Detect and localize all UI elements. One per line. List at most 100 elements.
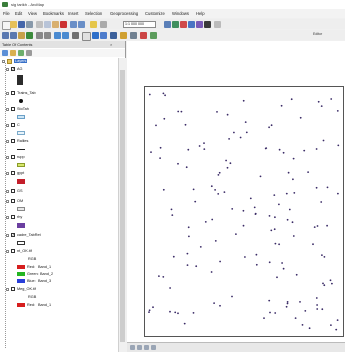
arctoolbox-icon[interactable] <box>196 20 203 28</box>
point-feature <box>223 191 226 194</box>
pan-icon[interactable] <box>18 31 25 39</box>
collapse-icon[interactable]: − <box>6 200 9 204</box>
collapse-icon[interactable]: − <box>6 92 9 96</box>
list-by-selection-icon[interactable] <box>26 50 32 56</box>
point-feature <box>203 148 206 150</box>
point-feature <box>295 273 298 276</box>
collapse-icon[interactable]: − <box>6 190 9 194</box>
point-feature <box>245 131 248 134</box>
redo-icon[interactable] <box>78 20 85 28</box>
search-window-icon[interactable] <box>188 20 195 28</box>
zoom-in-icon[interactable] <box>2 31 9 39</box>
print-icon[interactable] <box>26 20 33 28</box>
collapse-icon[interactable]: − <box>6 250 9 254</box>
pause-drawing-icon[interactable] <box>151 345 156 350</box>
editor-toolbar-icon[interactable] <box>164 20 171 28</box>
copy-icon[interactable] <box>44 20 51 28</box>
visibility-checkbox[interactable]: ✓ <box>11 67 15 71</box>
list-by-source-icon[interactable] <box>10 50 16 56</box>
collapse-icon[interactable]: − <box>6 140 9 144</box>
menu-windows[interactable]: Windows <box>172 11 189 16</box>
menu-edit[interactable]: Edit <box>15 11 22 16</box>
select-features-icon[interactable] <box>72 31 79 39</box>
visibility-checkbox[interactable] <box>11 171 15 175</box>
scrollbar-thumb[interactable] <box>120 70 125 342</box>
point-feature <box>330 98 333 100</box>
point-feature <box>299 116 302 119</box>
map-view[interactable] <box>127 41 345 342</box>
add-data-icon[interactable] <box>90 20 97 28</box>
map-scale-input[interactable]: 1:1 000 000 <box>123 20 156 28</box>
save-icon[interactable] <box>18 20 25 28</box>
fixed-zoom-out-icon[interactable] <box>44 31 51 39</box>
layout-view-icon[interactable] <box>137 345 142 350</box>
html-popup-icon[interactable] <box>130 31 137 39</box>
point-feature <box>273 194 276 197</box>
list-by-drawing-order-icon[interactable] <box>2 50 8 56</box>
collapse-icon[interactable]: − <box>6 108 9 112</box>
collapse-icon[interactable]: − <box>6 68 9 72</box>
collapse-icon[interactable]: − <box>6 216 9 220</box>
menu-bookmarks[interactable]: Bookmarks <box>43 11 64 16</box>
refresh-icon[interactable] <box>144 345 149 350</box>
collapse-icon[interactable]: − <box>6 156 9 160</box>
collapse-icon[interactable]: − <box>6 172 9 176</box>
cut-icon[interactable] <box>36 20 43 28</box>
identify-icon[interactable] <box>92 31 99 39</box>
hyperlink-icon[interactable] <box>120 31 127 39</box>
select-elements-icon[interactable] <box>82 31 91 41</box>
point-feature <box>274 216 276 219</box>
find-icon[interactable] <box>100 31 107 39</box>
tree-connector <box>5 63 6 348</box>
list-by-visibility-icon[interactable] <box>18 50 24 56</box>
back-extent-icon[interactable] <box>54 31 61 39</box>
visibility-checkbox[interactable] <box>11 249 15 253</box>
collapse-icon[interactable]: − <box>6 124 9 128</box>
collapse-icon[interactable]: − <box>6 288 9 292</box>
python-window-icon[interactable] <box>204 20 211 28</box>
menu-geoprocessing[interactable]: Geoprocessing <box>110 11 138 16</box>
close-icon[interactable]: × <box>110 42 112 47</box>
collapse-icon[interactable]: − <box>2 60 5 64</box>
paste-icon[interactable] <box>52 20 59 28</box>
data-view-icon[interactable] <box>130 345 135 350</box>
band-name: Band_1 <box>38 265 52 269</box>
create-viewer-icon[interactable] <box>150 31 157 39</box>
layer-name: nt_OK.tif <box>17 249 32 253</box>
full-extent-icon[interactable] <box>26 31 33 39</box>
measure-icon[interactable] <box>110 31 117 39</box>
undo-icon[interactable] <box>70 20 77 28</box>
visibility-checkbox[interactable] <box>11 215 15 219</box>
menu-selection[interactable]: Selection <box>85 11 102 16</box>
point-feature <box>188 235 190 238</box>
fixed-zoom-in-icon[interactable] <box>36 31 43 39</box>
visibility-checkbox[interactable] <box>11 287 15 291</box>
visibility-checkbox[interactable] <box>11 107 15 111</box>
visibility-checkbox[interactable] <box>11 123 15 127</box>
point-feature <box>158 275 160 277</box>
visibility-checkbox[interactable] <box>11 199 15 203</box>
menu-insert[interactable]: Insert <box>68 11 78 16</box>
delete-icon[interactable] <box>60 20 67 28</box>
dropdown-icon[interactable] <box>100 20 107 28</box>
time-slider-icon[interactable] <box>140 31 147 39</box>
menu-customize[interactable]: Customize <box>145 11 165 16</box>
menu-help[interactable]: Help <box>196 11 205 16</box>
collapse-icon[interactable]: − <box>6 234 9 238</box>
forward-extent-icon[interactable] <box>62 31 69 39</box>
point-feature <box>269 311 271 314</box>
editor-label[interactable]: Editor <box>313 32 322 36</box>
open-folder-icon[interactable] <box>10 20 17 28</box>
toc-scrollbar[interactable] <box>118 58 126 352</box>
visibility-checkbox[interactable] <box>11 91 15 95</box>
toc-window-icon[interactable] <box>172 20 179 28</box>
visibility-checkbox[interactable] <box>11 155 15 159</box>
modelbuilder-icon[interactable] <box>214 20 221 28</box>
menu-view[interactable]: View <box>28 11 37 16</box>
visibility-checkbox[interactable] <box>11 189 15 193</box>
menu-file[interactable]: File <box>3 11 10 16</box>
visibility-checkbox[interactable]: ✓ <box>11 233 15 237</box>
zoom-out-icon[interactable] <box>10 31 17 39</box>
catalog-window-icon[interactable] <box>180 20 187 28</box>
visibility-checkbox[interactable] <box>11 139 15 143</box>
